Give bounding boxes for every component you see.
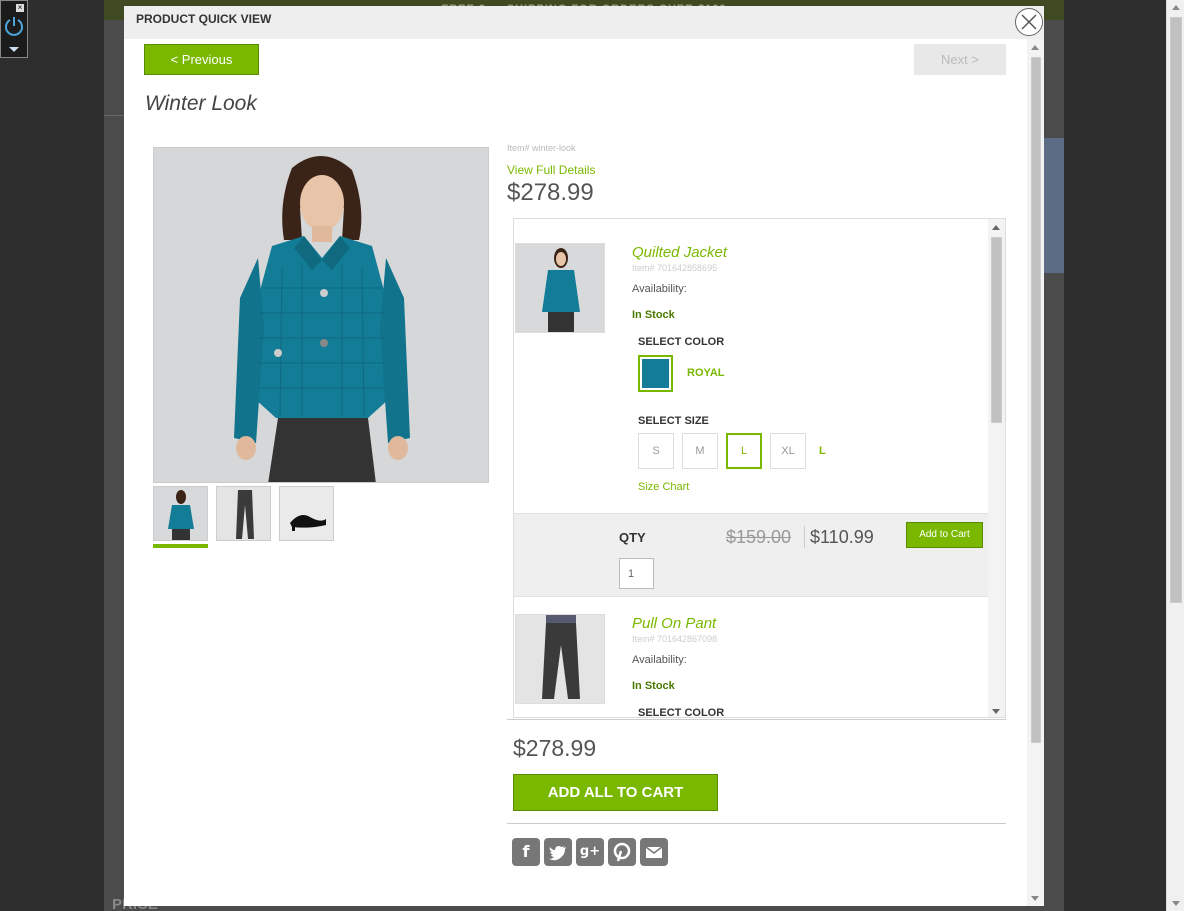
thumbnail-pant[interactable] [216,486,271,541]
divider [507,823,1006,824]
active-thumbnail-indicator [153,544,208,548]
modal-scrollbar[interactable] [1027,39,1044,906]
size-option-l[interactable]: L [726,433,762,469]
look-price: $278.99 [507,179,594,206]
quantity-input[interactable] [619,558,654,589]
main-product-image[interactable] [153,147,489,483]
chevron-down-icon[interactable] [9,47,19,52]
model-jacket-image [154,148,488,482]
stock-status: In Stock [632,680,675,692]
modal-title: PRODUCT QUICK VIEW [136,12,272,26]
pinterest-icon[interactable] [608,838,636,866]
pant-product-image [516,615,604,703]
qty-row: QTY $159.00 $110.99 Add to Cart [514,513,990,597]
background-banner [1043,138,1064,273]
twitter-icon[interactable] [544,838,572,866]
look-item-number: Item# winter-look [507,143,576,153]
close-icon[interactable]: × [16,4,24,12]
select-size-label: SELECT SIZE [638,415,709,427]
close-icon [1021,14,1037,30]
next-button[interactable]: Next > [914,44,1006,75]
power-icon[interactable] [3,15,25,37]
sale-price: $110.99 [810,527,874,547]
product-image[interactable] [515,614,605,704]
jacket-thumbnail-image [154,487,207,540]
add-all-to-cart-button[interactable]: ADD ALL TO CART [513,774,718,811]
modal-header: PRODUCT QUICK VIEW [124,6,1044,39]
scroll-down-icon[interactable] [1031,896,1039,901]
scroll-down-icon[interactable] [1172,901,1180,906]
pant-thumbnail-image [217,487,270,540]
availability-label: Availability: [632,283,687,295]
power-widget[interactable]: × [0,0,28,58]
scroll-up-icon[interactable] [992,225,1000,230]
previous-button[interactable]: < Previous [144,44,259,75]
product-item-number: Item# 701642858695 [632,263,718,273]
product-name[interactable]: Pull On Pant [632,615,716,632]
items-scrollbar[interactable] [988,219,1005,717]
quick-view-modal: PRODUCT QUICK VIEW < Previous Next > Win… [124,6,1044,906]
total-price: $278.99 [513,735,597,761]
scroll-up-icon[interactable] [1172,5,1180,10]
availability-label: Availability: [632,654,687,666]
scrollbar-thumb[interactable] [991,237,1002,423]
shoe-thumbnail-image [280,487,333,540]
add-to-cart-button[interactable]: Add to Cart [906,522,983,548]
qty-label: QTY [619,530,646,545]
background-divider [104,115,124,116]
close-button[interactable] [1015,8,1043,36]
size-option-s[interactable]: S [638,433,674,469]
view-full-details-link[interactable]: View Full Details [507,163,595,177]
facebook-icon[interactable]: f [512,838,540,866]
thumbnail-shoe[interactable] [279,486,334,541]
scrollbar-thumb[interactable] [1170,17,1182,603]
product-name[interactable]: Quilted Jacket [632,244,727,261]
browser-scrollbar[interactable] [1166,0,1184,911]
thumbnail-jacket[interactable] [153,486,208,541]
stock-status: In Stock [632,309,675,321]
price-divider [804,526,805,548]
select-color-label: SELECT COLOR [638,336,725,348]
google-plus-icon[interactable]: g+ [576,838,604,866]
select-color-label: SELECT COLOR [638,707,725,718]
look-items-list[interactable]: Quilted Jacket Item# 701642858695 Availa… [513,218,1006,718]
original-price: $159.00 [726,527,792,547]
selected-size-label: L [819,445,826,457]
scrollbar-thumb[interactable] [1031,57,1041,743]
email-icon[interactable] [640,838,668,866]
product-item-number: Item# 701642867098 [632,634,718,644]
size-chart-link[interactable]: Size Chart [638,481,689,493]
size-option-xl[interactable]: XL [770,433,806,469]
product-image[interactable] [515,243,605,333]
divider [507,719,1006,720]
jacket-product-image [516,244,604,332]
size-option-m[interactable]: M [682,433,718,469]
color-swatch-royal[interactable] [638,355,673,392]
scroll-down-icon[interactable] [992,709,1000,714]
selected-color-name: ROYAL [687,367,725,379]
scroll-up-icon[interactable] [1031,45,1039,50]
look-title: Winter Look [145,92,257,115]
